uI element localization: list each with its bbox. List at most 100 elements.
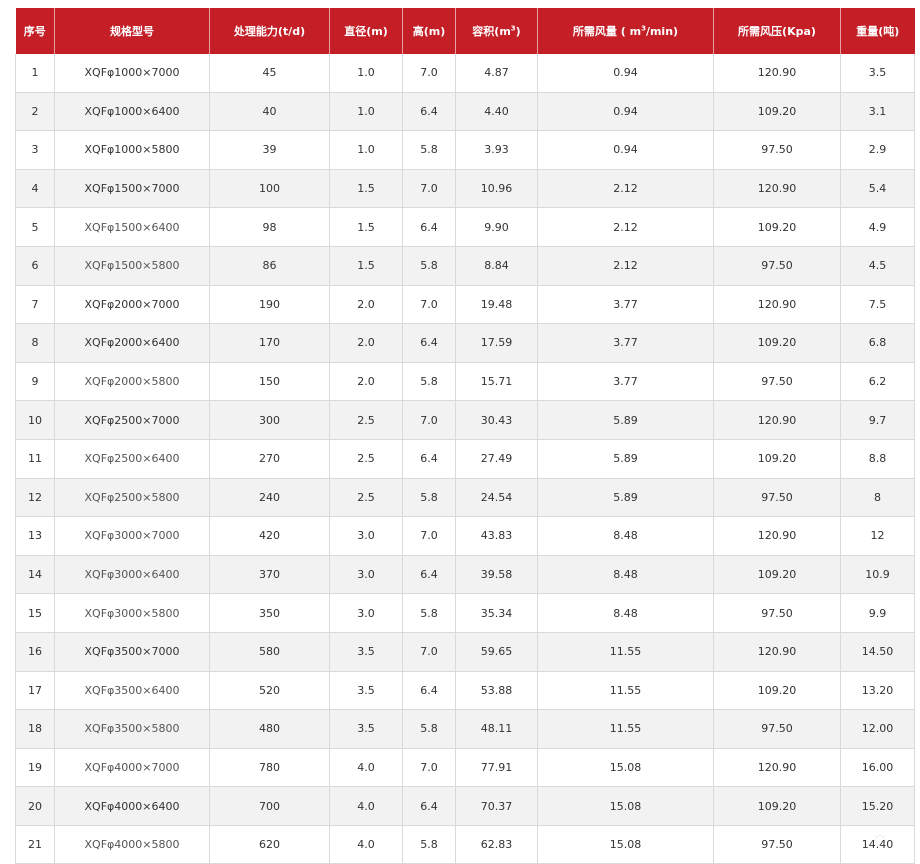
- cell-pressure: 120.90: [714, 54, 841, 92]
- cell-airflow: 15.08: [538, 787, 714, 826]
- header-diameter: 直径(m): [330, 8, 403, 54]
- cell-pressure: 97.50: [714, 362, 841, 401]
- cell-model: XQFφ2500×7000: [55, 401, 210, 440]
- cell-airflow: 11.55: [538, 710, 714, 749]
- cell-volume: 35.34: [456, 594, 538, 633]
- table-row: 17XQFφ3500×64005203.56.453.8811.55109.20…: [16, 671, 915, 710]
- cell-model: XQFφ3500×5800: [55, 710, 210, 749]
- cell-airflow: 8.48: [538, 594, 714, 633]
- cell-weight: 14.50: [841, 632, 915, 671]
- cell-no: 19: [16, 748, 55, 787]
- cell-pressure: 109.20: [714, 324, 841, 363]
- cell-airflow: 8.48: [538, 555, 714, 594]
- cell-volume: 53.88: [456, 671, 538, 710]
- cell-pressure: 97.50: [714, 131, 841, 170]
- cell-no: 16: [16, 632, 55, 671]
- cell-volume: 4.40: [456, 92, 538, 131]
- cell-diameter: 1.5: [330, 208, 403, 247]
- cell-model: XQFφ1000×6400: [55, 92, 210, 131]
- cell-height: 5.8: [403, 362, 456, 401]
- cell-weight: 3.5: [841, 54, 915, 92]
- cell-diameter: 3.5: [330, 632, 403, 671]
- cell-airflow: 11.55: [538, 632, 714, 671]
- cell-airflow: 11.55: [538, 671, 714, 710]
- cell-model: XQFφ3000×5800: [55, 594, 210, 633]
- header-volume-close: ): [516, 25, 521, 38]
- cell-height: 7.0: [403, 169, 456, 208]
- cell-capacity: 300: [210, 401, 330, 440]
- cell-airflow: 2.12: [538, 169, 714, 208]
- spec-table-container: 序号 规格型号 处理能力(t/d) 直径(m) 高(m) 容积(m3) 所需风量…: [15, 8, 914, 864]
- cell-pressure: 97.50: [714, 710, 841, 749]
- cell-capacity: 45: [210, 54, 330, 92]
- cell-capacity: 780: [210, 748, 330, 787]
- cell-no: 15: [16, 594, 55, 633]
- header-airflow: 所需风量 ( m3/min): [538, 8, 714, 54]
- cell-capacity: 98: [210, 208, 330, 247]
- cell-volume: 15.71: [456, 362, 538, 401]
- cell-height: 7.0: [403, 632, 456, 671]
- cell-model: XQFφ4000×7000: [55, 748, 210, 787]
- cell-volume: 4.87: [456, 54, 538, 92]
- cell-volume: 3.93: [456, 131, 538, 170]
- cell-airflow: 2.12: [538, 208, 714, 247]
- cell-diameter: 2.5: [330, 478, 403, 517]
- cell-diameter: 3.0: [330, 517, 403, 556]
- cell-volume: 59.65: [456, 632, 538, 671]
- cell-height: 7.0: [403, 401, 456, 440]
- cell-model: XQFφ1000×5800: [55, 131, 210, 170]
- cell-diameter: 2.5: [330, 439, 403, 478]
- cell-capacity: 350: [210, 594, 330, 633]
- cell-diameter: 4.0: [330, 748, 403, 787]
- cell-no: 6: [16, 246, 55, 285]
- cell-diameter: 3.0: [330, 555, 403, 594]
- cell-airflow: 0.94: [538, 131, 714, 170]
- cell-height: 6.4: [403, 324, 456, 363]
- table-row: 8XQFφ2000×64001702.06.417.593.77109.206.…: [16, 324, 915, 363]
- cell-airflow: 3.77: [538, 362, 714, 401]
- cell-airflow: 5.89: [538, 401, 714, 440]
- cell-pressure: 97.50: [714, 478, 841, 517]
- table-row: 19XQFφ4000×70007804.07.077.9115.08120.90…: [16, 748, 915, 787]
- cell-capacity: 150: [210, 362, 330, 401]
- cell-no: 17: [16, 671, 55, 710]
- cell-no: 20: [16, 787, 55, 826]
- cell-capacity: 190: [210, 285, 330, 324]
- cell-no: 14: [16, 555, 55, 594]
- cell-volume: 48.11: [456, 710, 538, 749]
- cell-diameter: 1.5: [330, 246, 403, 285]
- header-capacity: 处理能力(t/d): [210, 8, 330, 54]
- cell-airflow: 15.08: [538, 748, 714, 787]
- cell-weight: 7.5: [841, 285, 915, 324]
- cell-weight: 13.20: [841, 671, 915, 710]
- cell-model: XQFφ1500×5800: [55, 246, 210, 285]
- cell-weight: 6.8: [841, 324, 915, 363]
- cell-capacity: 40: [210, 92, 330, 131]
- cell-airflow: 3.77: [538, 285, 714, 324]
- cell-diameter: 3.5: [330, 710, 403, 749]
- cell-airflow: 0.94: [538, 54, 714, 92]
- cell-no: 12: [16, 478, 55, 517]
- cell-volume: 24.54: [456, 478, 538, 517]
- cell-pressure: 120.90: [714, 517, 841, 556]
- table-row: 6XQFφ1500×5800861.55.88.842.1297.504.5: [16, 246, 915, 285]
- cell-model: XQFφ3500×7000: [55, 632, 210, 671]
- header-pressure: 所需风压(Kpa): [714, 8, 841, 54]
- cell-volume: 62.83: [456, 825, 538, 864]
- cell-weight: 6.2: [841, 362, 915, 401]
- cell-weight: 5.4: [841, 169, 915, 208]
- cell-airflow: 8.48: [538, 517, 714, 556]
- cell-weight: 15.20: [841, 787, 915, 826]
- cell-no: 5: [16, 208, 55, 247]
- table-row: 15XQFφ3000×58003503.05.835.348.4897.509.…: [16, 594, 915, 633]
- cell-model: XQFφ4000×5800: [55, 825, 210, 864]
- cell-capacity: 240: [210, 478, 330, 517]
- cell-no: 9: [16, 362, 55, 401]
- cell-airflow: 0.94: [538, 92, 714, 131]
- cell-no: 11: [16, 439, 55, 478]
- cell-diameter: 1.0: [330, 54, 403, 92]
- header-height: 高(m): [403, 8, 456, 54]
- cell-height: 7.0: [403, 285, 456, 324]
- table-row: 18XQFφ3500×58004803.55.848.1111.5597.501…: [16, 710, 915, 749]
- cell-capacity: 39: [210, 131, 330, 170]
